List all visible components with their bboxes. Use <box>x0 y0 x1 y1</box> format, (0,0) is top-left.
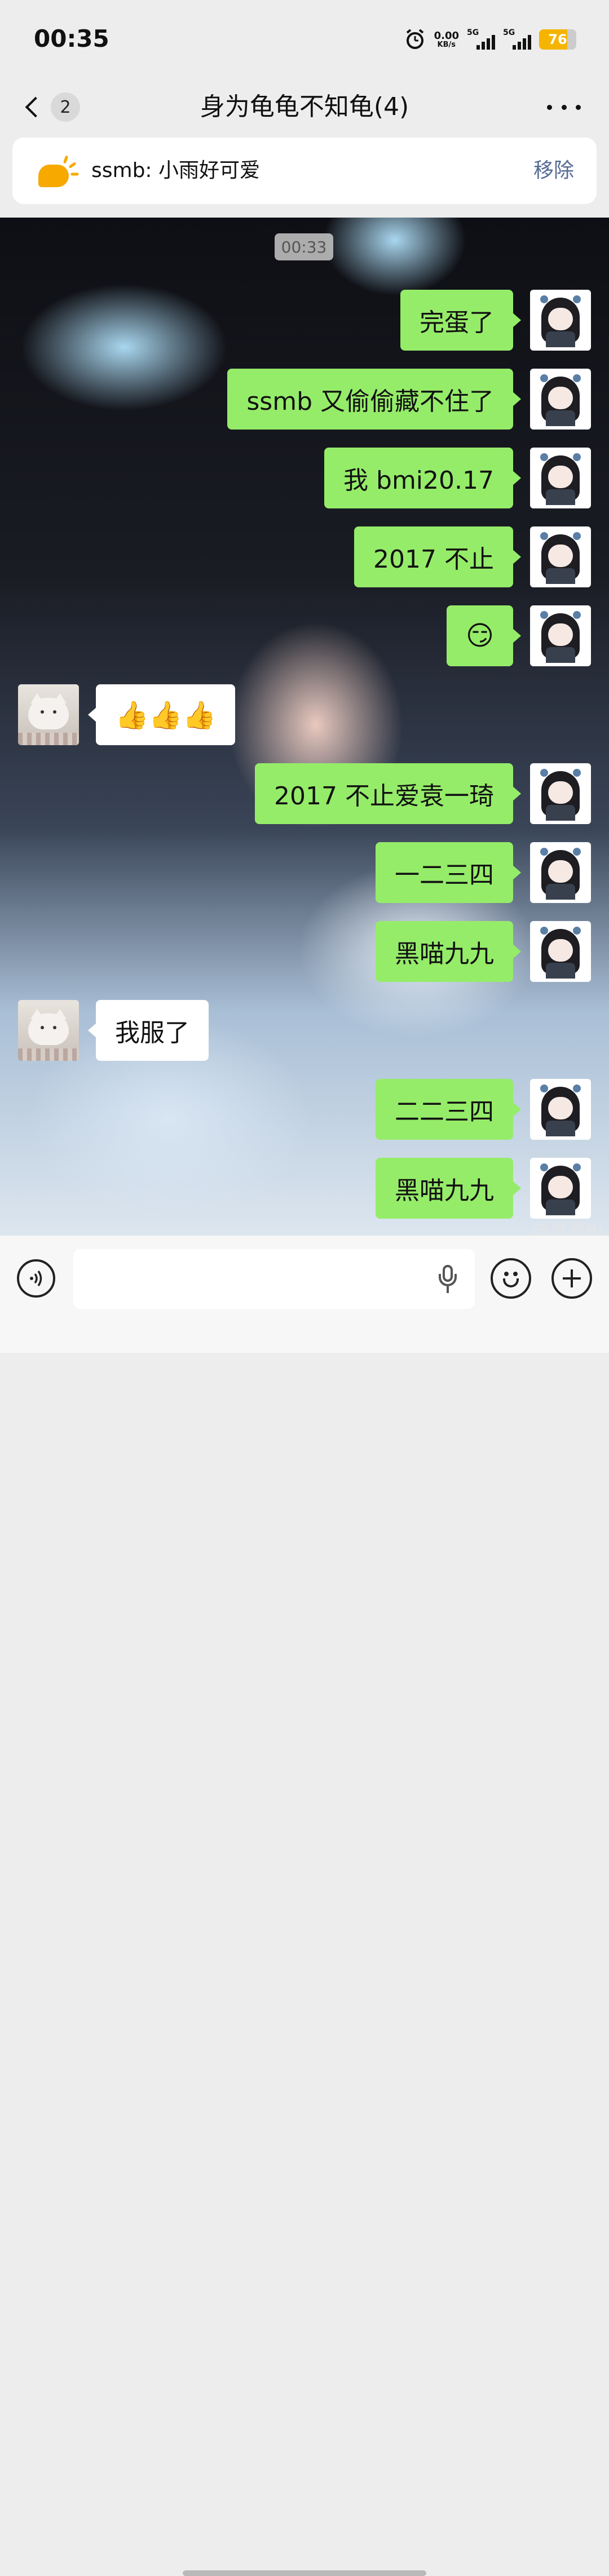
message-bubble-sent[interactable]: 完蛋了 <box>400 290 521 351</box>
avatar-me[interactable] <box>530 605 591 666</box>
message-bubble-sent[interactable]: 二二三四 <box>376 1079 521 1140</box>
status-time: 00:35 <box>34 25 109 52</box>
avatar-me[interactable] <box>530 763 591 824</box>
message-bubble-sent[interactable]: 黑喵九九 <box>376 921 521 982</box>
more-dot-icon <box>576 104 581 110</box>
message-bubble-sent[interactable]: 我 bmi20.17 <box>324 448 521 508</box>
avatar-image <box>18 1000 79 1061</box>
message-row: ssmb 又偷偷藏不住了 <box>0 369 609 430</box>
message-row: 二二三四 <box>0 1079 609 1140</box>
avatar-image <box>538 295 583 347</box>
message-input[interactable] <box>73 1249 475 1309</box>
avatar-me[interactable] <box>530 921 591 982</box>
avatar-image <box>538 769 583 821</box>
avatar-image <box>538 374 583 426</box>
avatar-image <box>538 611 583 663</box>
home-indicator[interactable] <box>183 2570 426 2576</box>
avatar-image <box>538 1085 583 1136</box>
avatar-other[interactable] <box>18 684 79 745</box>
battery-icon: 76 <box>539 29 576 50</box>
battery-level: 76 <box>548 32 567 47</box>
message-timestamp: 00:33 <box>275 233 333 260</box>
message-row: 😏 <box>0 605 609 666</box>
net-speed-value: 0.00 <box>434 29 459 42</box>
message-row: 完蛋了 <box>0 290 609 351</box>
net-speed-unit: KB/s <box>437 40 456 49</box>
avatar-me[interactable] <box>530 448 591 508</box>
signal-sim2: 5G <box>503 28 531 51</box>
message-row: 👍👍👍 <box>0 684 609 745</box>
message-row: 2017 不止爱袁一琦 <box>0 763 609 824</box>
chat-title: 身为龟龟不知龟(4) <box>200 92 409 121</box>
unread-count-badge: 2 <box>51 92 80 122</box>
status-icons: 0.00 KB/s 5G 5G 76 <box>404 27 576 52</box>
alarm-icon <box>406 29 423 49</box>
signal-bars-icon <box>476 35 495 50</box>
avatar-image <box>18 684 79 745</box>
avatar-me[interactable] <box>530 1079 591 1140</box>
avatar-image <box>538 1163 583 1215</box>
avatar-image <box>538 532 583 584</box>
signal-bars-icon <box>513 35 531 50</box>
input-bar <box>0 1236 609 2576</box>
back-button[interactable]: 2 <box>20 88 88 126</box>
voice-icon[interactable] <box>17 1259 55 1298</box>
message-row: 黑喵九九 <box>0 921 609 982</box>
message-row: 2017 不止 <box>0 526 609 587</box>
background-watermark: @凛凛Ri <box>531 1220 603 1236</box>
more-dot-icon <box>547 104 552 110</box>
message-row: 一二三四 <box>0 842 609 903</box>
plus-icon[interactable] <box>551 1258 592 1299</box>
chat-header: 2 身为龟龟不知龟(4) <box>0 79 609 135</box>
message-bubble-sent[interactable]: 一二三四 <box>376 842 521 903</box>
message-bubble-sent[interactable]: 黑喵九九 <box>376 1158 521 1219</box>
message-bubble-sent[interactable]: 😏 <box>446 605 522 666</box>
message-row: 我服了 <box>0 1000 609 1061</box>
message-row: 黑喵九九 <box>0 1158 609 1219</box>
emoji-icon[interactable] <box>491 1258 531 1299</box>
remove-pin-button[interactable]: 移除 <box>533 138 574 204</box>
avatar-image <box>538 927 583 979</box>
signal-sim1: 5G <box>467 28 495 51</box>
avatar-image <box>538 848 583 900</box>
message-row: 我 bmi20.17 <box>0 448 609 508</box>
avatar-me[interactable] <box>530 369 591 430</box>
chat-area[interactable]: 00:33 完蛋了 ssmb 又偷偷藏不住了我 bmi20.17 2017 不止 😏 👍… <box>0 218 609 1236</box>
pinned-message-text: ssmb: 小雨好可爱 <box>91 159 261 182</box>
message-bubble-sent[interactable]: 2017 不止爱袁一琦 <box>255 763 521 824</box>
status-bar: 00:35 0.00 KB/s 5G 5G 76 <box>0 0 609 79</box>
message-bubble-received[interactable]: 我服了 <box>88 1000 209 1061</box>
avatar-me[interactable] <box>530 1158 591 1219</box>
message-bubble-sent[interactable]: 2017 不止 <box>354 526 521 587</box>
announcement-icon <box>36 153 81 188</box>
avatar-image <box>538 453 583 505</box>
pinned-message-banner[interactable]: ssmb: 小雨好可爱 移除 <box>12 138 597 204</box>
more-button[interactable] <box>547 96 581 118</box>
mic-icon[interactable] <box>435 1265 460 1294</box>
net-speed: 0.00 KB/s <box>434 29 459 49</box>
voice-wave-icon <box>30 1271 42 1286</box>
avatar-me[interactable] <box>530 842 591 903</box>
avatar-me[interactable] <box>530 526 591 587</box>
avatar-other[interactable] <box>18 1000 79 1061</box>
message-bubble-sent[interactable]: ssmb 又偷偷藏不住了 <box>227 369 521 430</box>
more-dot-icon <box>561 104 567 110</box>
avatar-me[interactable] <box>530 290 591 351</box>
chevron-left-icon <box>25 96 46 118</box>
message-bubble-received[interactable]: 👍👍👍 <box>87 684 236 745</box>
